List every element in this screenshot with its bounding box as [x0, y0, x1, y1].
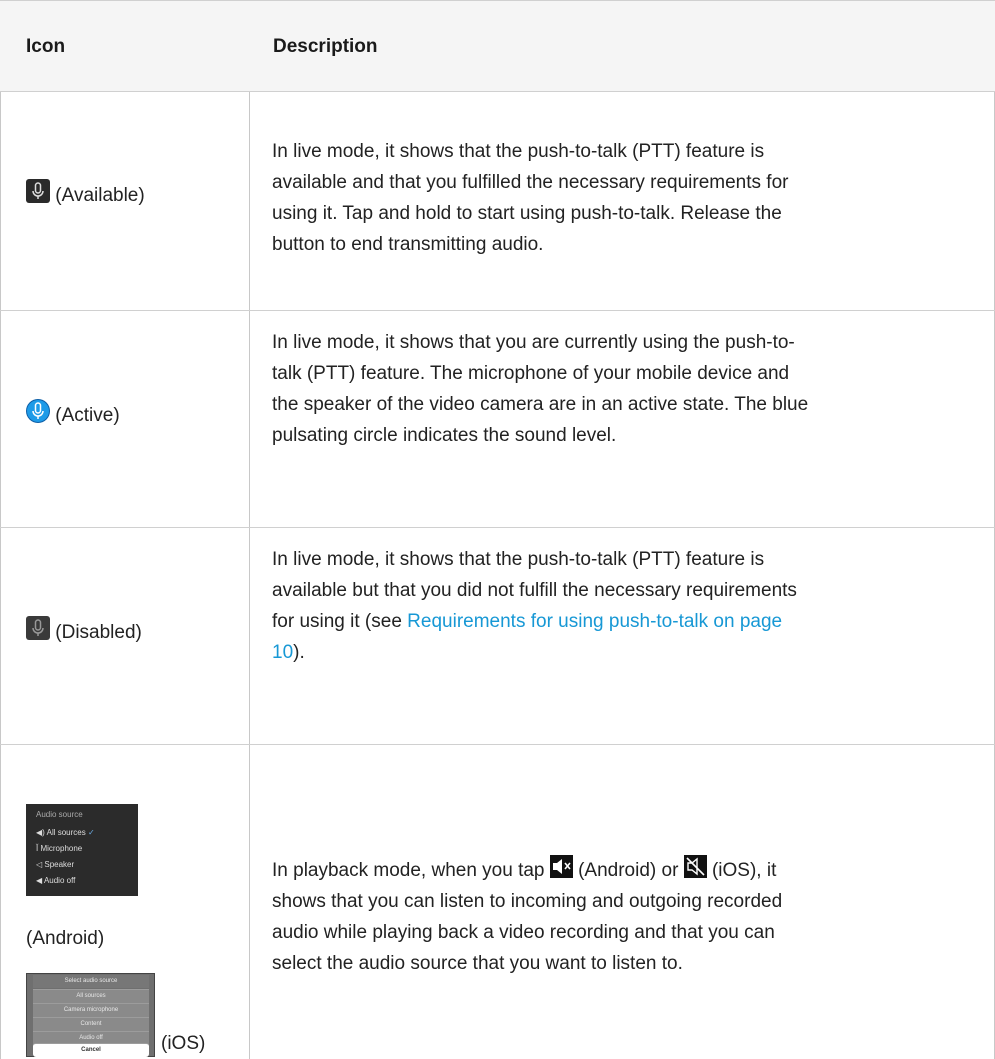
ios-menu-item: Content [33, 1017, 149, 1031]
android-menu-item: ◀) All sources ✓ [36, 828, 95, 837]
microphone-available-icon [26, 179, 50, 203]
android-label: (Android) [26, 928, 105, 949]
icon-cell: (Disabled) [26, 616, 142, 644]
ios-label: (iOS) [161, 1033, 206, 1054]
description-text: In playback mode, when you tap [272, 860, 550, 881]
android-menu-title: Audio source [36, 810, 83, 819]
microphone-active-icon [26, 399, 50, 423]
icon-label: (Active) [55, 405, 120, 426]
description-cell: In live mode, it shows that you are curr… [272, 327, 972, 451]
ios-menu-item: Camera microphone [33, 1003, 149, 1017]
ios-menu-item: All sources [33, 989, 149, 1003]
icon-label: (Disabled) [55, 622, 142, 643]
description-text: for using it (see [272, 611, 408, 632]
description-text: (iOS), it [711, 860, 777, 881]
android-menu-item: ◀ Audio off [36, 876, 76, 885]
table-row: Audio source ◀) All sources ✓ Ĭ Micropho… [0, 745, 995, 1059]
description-text: (Android) or [578, 860, 684, 881]
description-line: pulsating circle indicates the sound lev… [272, 425, 617, 446]
android-audio-source-screenshot: Audio source ◀) All sources ✓ Ĭ Micropho… [26, 804, 138, 896]
description-line: for using it (see Requirements for using… [272, 606, 972, 637]
description-text: ). [293, 642, 305, 663]
description-cell: In playback mode, when you tap (Android)… [272, 855, 972, 979]
table-row: (Active) In live mode, it shows that you… [0, 311, 995, 527]
header-description: Description [273, 36, 378, 57]
speaker-mute-android-icon [549, 855, 573, 878]
description-line: available and that you fulfilled the nec… [272, 172, 789, 193]
description-line: the speaker of the video camera are in a… [272, 394, 809, 415]
description-line: using it. Tap and hold to start using pu… [272, 203, 782, 224]
ios-audio-source-screenshot: Select audio source All sources Camera m… [26, 973, 155, 1057]
ios-menu-title: Select audio source [33, 975, 149, 988]
speaker-mute-ios-icon [683, 855, 707, 878]
header-icon: Icon [26, 36, 66, 57]
description-line: talk (PTT) feature. The microphone of yo… [272, 363, 790, 384]
description-line: audio while playing back a video recordi… [272, 922, 775, 943]
icon-cell: (Active) [26, 399, 120, 427]
description-line: available but that you did not fulfill t… [272, 580, 797, 601]
table-row: (Disabled) In live mode, it shows that t… [0, 528, 995, 744]
description-line: shows that you can listen to incoming an… [272, 891, 783, 912]
table-row: (Available) In live mode, it shows that … [0, 91, 995, 310]
android-menu-item: ◁ Speaker [36, 860, 75, 869]
icon-cell: (Available) [26, 179, 145, 207]
icon-label: (Available) [55, 185, 145, 206]
description-line: In live mode, it shows that you are curr… [272, 332, 795, 353]
description-cell: In live mode, it shows that the push-to-… [272, 544, 972, 668]
description-line: In live mode, it shows that the push-to-… [272, 141, 765, 162]
description-line: In live mode, it shows that the push-to-… [272, 549, 765, 570]
requirements-link-page[interactable]: 10 [272, 642, 293, 663]
table-header-row: Icon Description [0, 0, 995, 92]
ios-cancel-button: Cancel [33, 1043, 149, 1057]
microphone-disabled-icon [26, 616, 50, 640]
description-line: button to end transmitting audio. [272, 234, 544, 255]
android-menu-item: Ĭ Microphone [36, 844, 83, 853]
description-line: 10). [272, 637, 972, 668]
description-cell: In live mode, it shows that the push-to-… [272, 136, 972, 260]
requirements-link[interactable]: Requirements for using push-to-talk on p… [407, 611, 782, 632]
description-line: select the audio source that you want to… [272, 953, 683, 974]
description-line: In playback mode, when you tap (Android)… [272, 855, 972, 886]
